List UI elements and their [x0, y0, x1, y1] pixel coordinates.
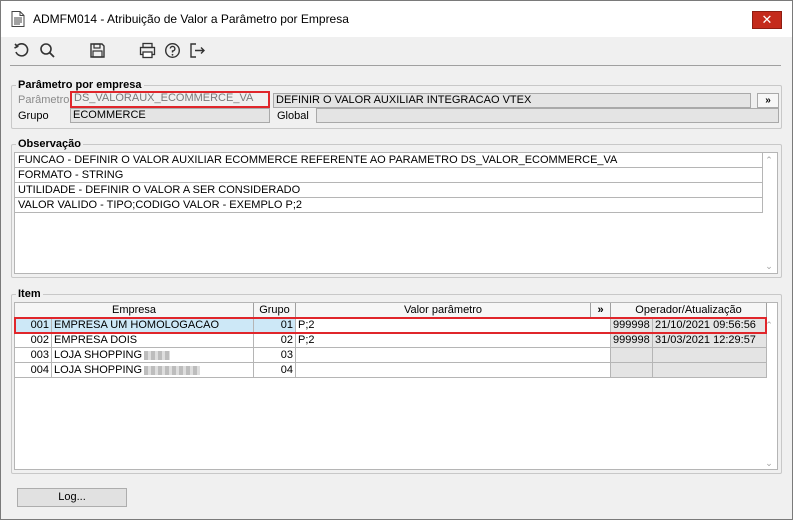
grupo-field: ECOMMERCE [70, 108, 270, 123]
observacao-line-4: VALOR VALIDO - TIPO;CODIGO VALOR - EXEMP… [15, 198, 763, 213]
log-button[interactable]: Log... [17, 488, 127, 507]
row-1-data: 21/10/2021 09:56:56 [653, 318, 767, 333]
scroll-up-icon[interactable]: ⌃ [761, 318, 777, 332]
scroll-down-icon[interactable]: ⌄ [761, 259, 777, 273]
row-4-empresa-cell[interactable]: LOJA SHOPPING [52, 363, 254, 378]
column-header-operador[interactable]: Operador/Atualização [611, 303, 767, 318]
row-3-empresa-cell[interactable]: LOJA SHOPPING [52, 348, 254, 363]
search-button[interactable] [37, 40, 57, 60]
close-button[interactable]: ✕ [752, 11, 782, 29]
row-1-grupo[interactable]: 01 [254, 318, 296, 333]
row-4-empresa: LOJA SHOPPING [54, 364, 143, 376]
item-group-legend: Item [18, 288, 41, 300]
global-label: Global [277, 110, 309, 122]
observacao-scrollbar[interactable]: ⌃ ⌄ [761, 153, 777, 273]
column-header-empresa[interactable]: Empresa [15, 303, 254, 318]
undo-button[interactable] [11, 40, 31, 60]
parametro-lookup-button[interactable]: » [757, 93, 779, 108]
row-4-data [653, 363, 767, 378]
toolbar-separator [10, 65, 781, 66]
parametro-group-legend: Parâmetro por empresa [18, 79, 142, 91]
save-button[interactable] [87, 40, 107, 60]
help-button[interactable] [162, 40, 182, 60]
print-icon [139, 42, 155, 58]
row-2-data: 31/03/2021 12:29:57 [653, 333, 767, 348]
help-icon [164, 42, 180, 58]
row-1-cod[interactable]: 001 [15, 318, 52, 333]
scroll-up-icon[interactable]: ⌃ [761, 153, 777, 167]
grupo-label: Grupo [18, 110, 49, 122]
redacted-text [144, 365, 201, 375]
title-bar: ADMFM014 - Atribuição de Valor a Parâmet… [1, 1, 792, 37]
toolbar [1, 37, 792, 63]
column-header-more-button[interactable]: » [591, 303, 611, 318]
global-field [316, 108, 779, 123]
row-2-operador: 999998 [611, 333, 653, 348]
parametro-description-field: DEFINIR O VALOR AUXILIAR INTEGRACAO VTEX [273, 93, 751, 108]
observacao-group-legend: Observação [18, 138, 81, 150]
row-1-operador: 999998 [611, 318, 653, 333]
item-grid: Empresa Grupo Valor parâmetro » Operador… [14, 302, 778, 470]
row-4-valor[interactable] [296, 363, 611, 378]
parametro-input[interactable]: DS_VALORAUX_ECOMMERCE_VA [70, 91, 270, 108]
save-icon [89, 42, 105, 58]
exit-button[interactable] [187, 40, 207, 60]
scroll-down-icon[interactable]: ⌄ [761, 456, 777, 470]
row-4-grupo[interactable]: 04 [254, 363, 296, 378]
undo-icon [13, 42, 28, 57]
row-2-empresa[interactable]: EMPRESA DOIS [52, 333, 254, 348]
row-3-empresa: LOJA SHOPPING [54, 349, 143, 361]
column-header-grupo[interactable]: Grupo [254, 303, 296, 318]
document-icon [11, 11, 25, 27]
row-4-cod[interactable]: 004 [15, 363, 52, 378]
row-3-grupo[interactable]: 03 [254, 348, 296, 363]
observacao-line-3: UTILIDADE - DEFINIR O VALOR A SER CONSID… [15, 183, 763, 198]
observacao-list: FUNCAO - DEFINIR O VALOR AUXILIAR ECOMME… [14, 152, 778, 274]
item-scrollbar[interactable]: ⌃ ⌄ [761, 318, 777, 470]
exit-icon [189, 42, 205, 58]
search-icon [39, 42, 55, 58]
observacao-line-2: FORMATO - STRING [15, 168, 763, 183]
row-4-operador [611, 363, 653, 378]
print-button[interactable] [137, 40, 157, 60]
row-2-grupo[interactable]: 02 [254, 333, 296, 348]
redacted-text [144, 350, 171, 360]
close-icon: ✕ [761, 12, 773, 27]
parametro-label: Parâmetro [18, 94, 70, 106]
app-window: ADMFM014 - Atribuição de Valor a Parâmet… [0, 0, 793, 520]
row-3-cod[interactable]: 003 [15, 348, 52, 363]
row-2-cod[interactable]: 002 [15, 333, 52, 348]
row-3-valor[interactable] [296, 348, 611, 363]
row-1-empresa[interactable]: EMPRESA UM HOMOLOGACAO [52, 318, 254, 333]
column-header-valor[interactable]: Valor parâmetro [296, 303, 591, 318]
row-2-valor[interactable]: P;2 [296, 333, 611, 348]
row-1-valor[interactable]: P;2 [296, 318, 611, 333]
observacao-line-1: FUNCAO - DEFINIR O VALOR AUXILIAR ECOMME… [15, 153, 763, 168]
window-title: ADMFM014 - Atribuição de Valor a Parâmet… [33, 12, 349, 26]
row-3-operador [611, 348, 653, 363]
row-3-data [653, 348, 767, 363]
